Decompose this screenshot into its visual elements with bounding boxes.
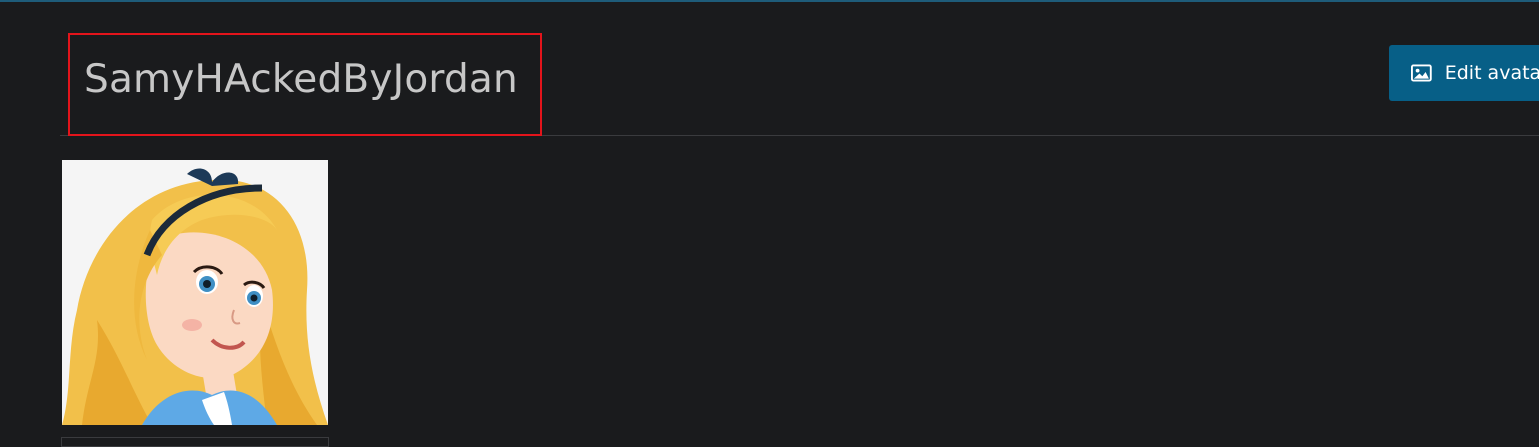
edit-avatar-button[interactable]: Edit avatar [1389,45,1539,101]
profile-header: SamyHAckedByJordan Edit avatar [60,30,1539,136]
image-icon [1411,64,1432,82]
edit-avatar-label: Edit avatar [1444,62,1539,84]
top-accent-rule [0,0,1539,2]
page-title: SamyHAckedByJordan [84,57,518,102]
avatar-image [62,160,328,425]
avatar-caption-frame [61,437,329,447]
avatar [62,160,328,425]
